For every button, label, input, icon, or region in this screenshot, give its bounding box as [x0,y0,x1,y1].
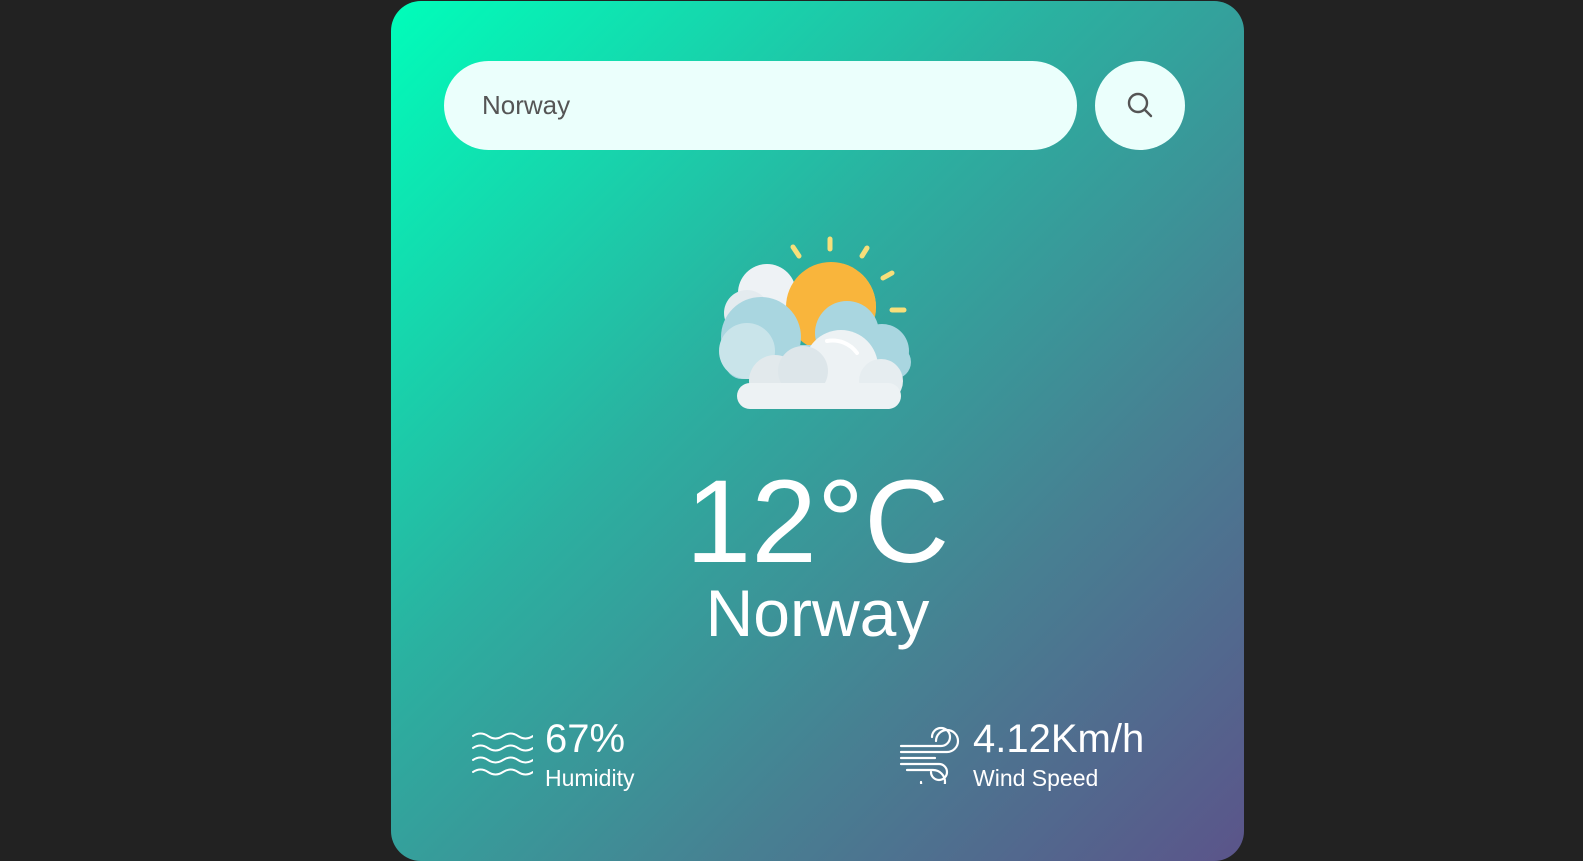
partly-cloudy-sun-icon [719,236,911,409]
search-bar [444,61,1185,150]
humidity-value: 67% [545,717,626,761]
humidity-waves-icon [472,732,533,776]
wind-block: 4.12Km/h Wind Speed [899,717,1144,791]
humidity-label: Humidity [545,765,635,791]
wind-label: Wind Speed [973,765,1099,791]
wind-value: 4.12Km/h [973,717,1145,761]
weather-details: 67% Humidity 4.12Km/h Wind Speed [471,717,1161,797]
city-name: Norway [705,576,930,650]
search-input[interactable] [444,61,1077,150]
temperature: 12°C [685,456,950,588]
search-icon [1127,92,1153,117]
search-button[interactable] [1095,61,1185,150]
humidity-block: 67% Humidity [471,717,634,791]
wind-icon [899,726,960,784]
humidity-text: 67% Humidity [545,717,634,791]
wind-text: 4.12Km/h Wind Speed [973,717,1144,791]
weather-card: 12°C Norway 67% Humidity [391,1,1244,861]
